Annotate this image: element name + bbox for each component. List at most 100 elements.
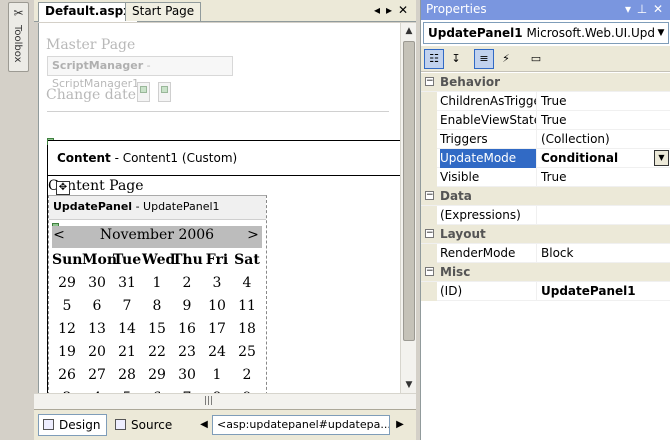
button-control-icon[interactable] [137,82,150,102]
calendar-day[interactable]: 2 [232,367,262,383]
calendar-day[interactable]: 26 [52,367,82,383]
property-row[interactable]: Triggers (Collection) [421,130,670,149]
categorized-icon[interactable]: ☷ [424,49,444,69]
calendar-day[interactable]: 1 [202,367,232,383]
update-panel-header[interactable]: UpdatePanel - UpdatePanel1 [49,196,266,220]
calendar-day[interactable]: 29 [142,367,172,383]
property-value[interactable]: Block [540,244,670,263]
update-panel[interactable]: UpdatePanel - UpdatePanel1 < November 20… [48,195,267,393]
scroll-thumb[interactable] [403,41,415,341]
calendar-day[interactable]: 1 [142,275,172,291]
calendar-day[interactable]: 30 [172,367,202,383]
property-row[interactable]: (ID) UpdatePanel1 [421,282,670,301]
toolbox-tab[interactable]: ✂ Toolbox [8,2,29,72]
move-handle-icon[interactable]: ✥ [56,181,70,195]
property-value[interactable]: UpdatePanel1 [540,282,670,301]
property-value[interactable]: (Collection) [540,130,670,149]
content-region[interactable]: Content - Content1 (Custom) Content Page… [47,138,400,393]
chevron-down-icon[interactable]: ▼ [654,23,668,43]
content-header[interactable]: Content - Content1 (Custom) [48,140,400,176]
calendar-day[interactable]: 8 [142,298,172,314]
calendar-day[interactable]: 21 [112,344,142,360]
source-view-button[interactable]: Source [110,414,179,436]
property-pages-icon[interactable]: ▭ [526,49,546,69]
collapse-icon[interactable]: − [425,191,434,200]
pin-icon[interactable]: ⊥ [635,0,649,19]
script-manager-control[interactable]: ScriptManager - ScriptManager1 [47,56,233,90]
design-vertical-scrollbar[interactable]: ▲ ▼ [400,23,416,393]
property-row[interactable]: EnableViewState True [421,111,670,130]
events-icon[interactable]: ⚡ [496,49,516,69]
calendar-day[interactable]: 31 [112,275,142,291]
calendar-day[interactable]: 10 [202,298,232,314]
calendar-day[interactable]: 20 [82,344,112,360]
row-margin [421,206,437,225]
collapse-icon[interactable]: − [425,229,434,238]
property-row[interactable]: UpdateMode Conditional ▼ [421,149,670,168]
scroll-grip-icon[interactable]: ||| [204,396,213,406]
row-margin [421,168,437,187]
calendar-day[interactable]: 30 [82,275,112,291]
calendar-next-link[interactable]: > [246,227,260,243]
property-row[interactable]: (Expressions) [421,206,670,225]
alphabetical-icon[interactable]: ↧ [446,49,466,69]
calendar-day[interactable]: 27 [82,367,112,383]
calendar-day[interactable]: 6 [82,298,112,314]
tag-navigator[interactable]: <asp:updatepanel#updatepa...> [212,415,390,435]
scroll-up-icon[interactable]: ▲ [401,23,417,39]
close-document-icon[interactable]: ✕ [396,3,410,18]
object-selector[interactable]: UpdatePanel1 Microsoft.Web.UI.UpdateP...… [423,22,669,44]
calendar-day[interactable]: 29 [52,275,82,291]
calendar-day[interactable]: 23 [172,344,202,360]
calendar-day[interactable]: 14 [112,321,142,337]
collapse-icon[interactable]: − [425,267,434,276]
property-value[interactable] [540,206,670,225]
calendar-day[interactable]: 25 [232,344,262,360]
tag-nav-left-icon[interactable]: ◀ [198,416,210,434]
property-row[interactable]: Visible True [421,168,670,187]
calendar-day[interactable]: 24 [202,344,232,360]
chevron-down-icon[interactable]: ▼ [654,150,669,166]
scroll-down-icon[interactable]: ▼ [401,377,417,393]
property-value[interactable]: Conditional [540,149,670,168]
calendar-day[interactable]: 13 [82,321,112,337]
label-control-icon[interactable] [158,82,171,102]
calendar-day[interactable]: 22 [142,344,172,360]
property-row[interactable]: ChildrenAsTriggersTrue [421,92,670,111]
properties-icon[interactable]: ≡ [474,49,494,69]
calendar-day[interactable]: 5 [52,298,82,314]
property-category[interactable]: − Behavior [421,73,670,92]
design-horizontal-scrollbar[interactable]: ||| [34,393,416,409]
tab-start-page[interactable]: Start Page [125,2,202,21]
category-name: Data [440,189,472,203]
calendar-day[interactable]: 15 [142,321,172,337]
property-category[interactable]: − Data [421,187,670,206]
calendar-day[interactable]: 18 [232,321,262,337]
design-surface[interactable]: Master Page ScriptManager - ScriptManage… [38,23,400,393]
property-row[interactable]: RenderMode Block [421,244,670,263]
design-view-button[interactable]: Design [38,414,108,436]
tab-default-aspx[interactable]: Default.aspx [38,2,138,22]
collapse-icon[interactable]: − [425,77,434,86]
calendar-day[interactable]: 19 [52,344,82,360]
tag-nav-right-icon[interactable]: ▶ [394,416,406,434]
property-value[interactable]: True [540,92,670,111]
calendar-day[interactable]: 3 [202,275,232,291]
calendar-day[interactable]: 11 [232,298,262,314]
close-icon[interactable]: ✕ [651,0,665,19]
window-position-icon[interactable]: ▾ [621,0,635,19]
properties-toolbar: ☷ ↧ ≡ ⚡ ▭ [421,46,670,72]
tab-scroll-right-icon[interactable]: ▸ [382,3,396,18]
calendar-day[interactable]: 9 [172,298,202,314]
calendar-day[interactable]: 17 [202,321,232,337]
calendar-day[interactable]: 4 [232,275,262,291]
calendar-day[interactable]: 12 [52,321,82,337]
calendar-day[interactable]: 28 [112,367,142,383]
calendar-day[interactable]: 16 [172,321,202,337]
property-value[interactable]: True [540,111,670,130]
property-value[interactable]: True [540,168,670,187]
property-category[interactable]: − Layout [421,225,670,244]
calendar-day[interactable]: 2 [172,275,202,291]
calendar-day[interactable]: 7 [112,298,142,314]
property-category[interactable]: − Misc [421,263,670,282]
